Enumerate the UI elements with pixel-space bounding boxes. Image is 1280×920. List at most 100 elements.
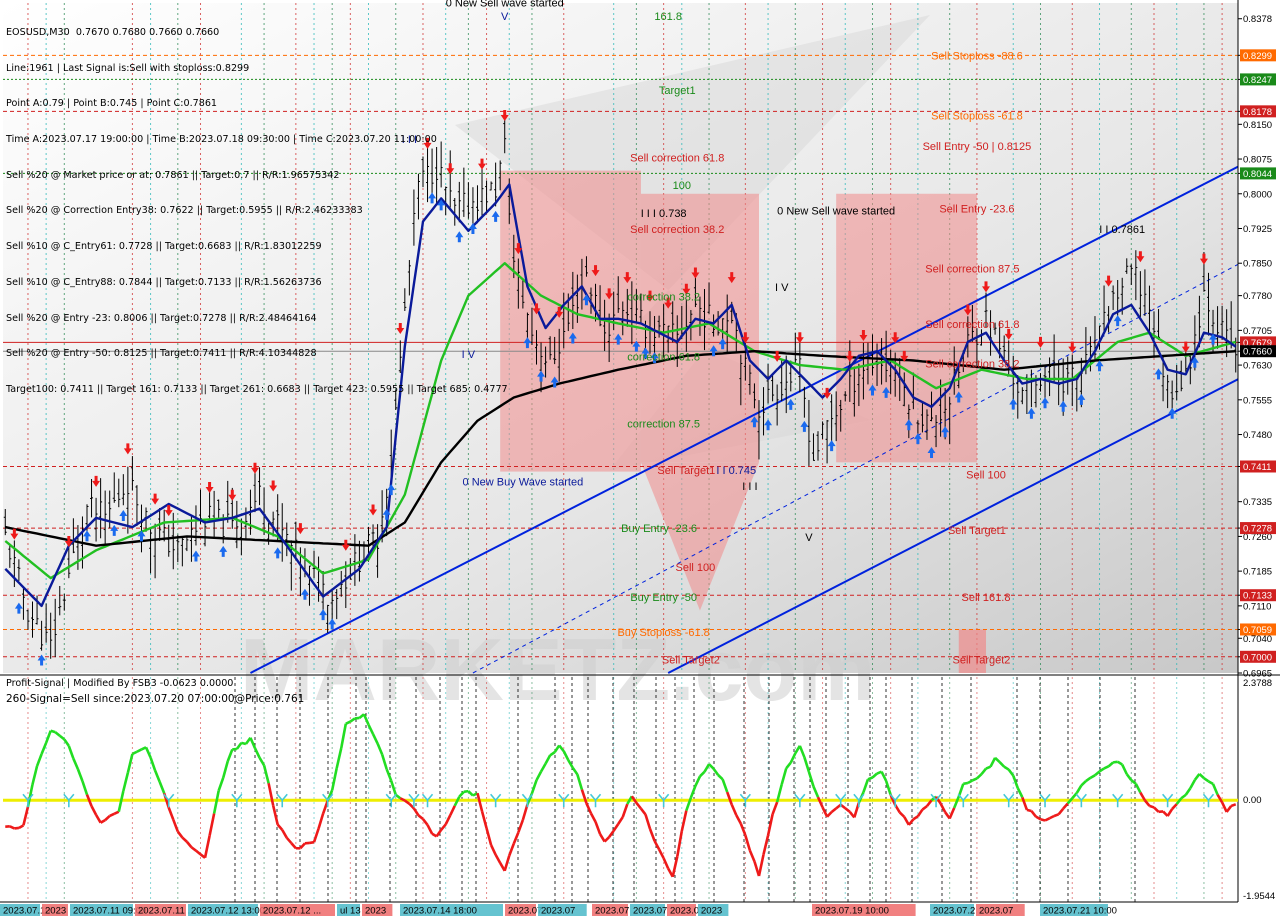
oscillator-line [50, 729, 56, 734]
price-tag-label: 0.7059 [1243, 625, 1272, 636]
price-tag-label: 0.8247 [1243, 75, 1272, 86]
info-line: Target100: 0.7411 || Target 161: 0.7133 … [6, 384, 508, 395]
chart-annotation: I I 0.7861 [1099, 224, 1145, 236]
chart-annotation: Sell Stoploss -61.8 [931, 111, 1023, 123]
price-tag-label: 0.7660 [1243, 347, 1272, 358]
chart-annotation: Sell correction 87.5 [925, 263, 1019, 275]
time-label: 2023.07.21 10:00 [1043, 906, 1117, 917]
chart-annotation: Sell Entry -50 | 0.8125 [923, 141, 1032, 153]
time-label: 2023 [701, 906, 722, 917]
time-label: 2023.07.12 ... [263, 906, 321, 917]
price-tick-label: 0.7185 [1243, 567, 1272, 578]
chart-annotation: correction 38.2 [627, 291, 700, 303]
chart-annotation: Buy Entry -23.6 [621, 523, 697, 535]
info-line: EOSUSD,M30 0.7670 0.7680 0.7660 0.7660 [6, 26, 220, 38]
info-line: Sell %20 @ Correction Entry38: 0.7622 ||… [6, 205, 363, 217]
chart-annotation: Sell Stoploss -88.6 [931, 50, 1023, 62]
indicator-tick-label: 2.3788 [1243, 678, 1272, 689]
price-tick-label: 0.7110 [1243, 601, 1271, 612]
price-tick-label: 0.8075 [1243, 155, 1272, 166]
time-label: 2023.07.14 18:00 [403, 906, 477, 917]
oscillator-line [1112, 760, 1118, 764]
chart-annotation: 0 New Sell wave started [777, 206, 895, 218]
info-line: Sell %20 @ Entry -23: 0.8006 || Target:0… [6, 312, 317, 324]
indicator-tick-label: -1.9544 [1243, 891, 1275, 902]
chart-annotation: Sell 161.8 [962, 592, 1011, 604]
price-tag-label: 0.8299 [1243, 51, 1272, 62]
time-label: 2023.07.2 [933, 906, 975, 917]
oscillator-line [1230, 803, 1237, 808]
chart-annotation: Sell Target1 [948, 525, 1006, 537]
price-tick-label: 0.7925 [1243, 224, 1272, 235]
chart-annotation: Sell Target2 [662, 655, 720, 667]
chart-annotation: Buy Stoploss -61.8 [617, 627, 709, 639]
info-line: Sell %20 @ Entry -50: 0.8125 || Target:0… [6, 348, 317, 360]
info-line: Sell %10 @ C_Entry88: 0.7844 || Target:0… [6, 276, 322, 288]
chart-annotation: Sell 100 [966, 470, 1006, 482]
chart-annotation: Sell correction 38.2 [630, 224, 724, 236]
oscillator-line [1026, 808, 1032, 813]
time-label: 2023 [365, 906, 386, 917]
info-line: Sell %20 @ Market price or at: 0.7861 ||… [6, 169, 340, 181]
chart-annotation: Sell correction 61.8 [925, 319, 1019, 331]
watermark-text: MARKETZ.com [240, 620, 876, 719]
price-tick-label: 0.7555 [1243, 395, 1272, 406]
indicator-title: Profit-Signal | Modified By FSB3 -0.0623… [6, 678, 234, 689]
time-label: 2023.07.12 13:00 [191, 906, 265, 917]
oscillator-line [985, 765, 992, 770]
oscillator-line [963, 781, 969, 786]
chart-annotation: Sell correction 61.8 [630, 152, 724, 164]
chart-annotation: Sell Entry -23.6 [939, 203, 1014, 215]
oscillator-line [1149, 804, 1155, 809]
oscillator-line [1053, 813, 1060, 818]
price-tag-label: 0.7000 [1243, 652, 1272, 663]
price-axis: 0.8378 0.8299 0.8247 0.8178 0.8150 0.8075 0.80… [1237, 0, 1280, 902]
chart-annotation: I I I 0.738 [641, 208, 687, 220]
chart-annotation: 0 New Buy Wave started [463, 476, 584, 488]
info-line: Line:1961 | Last Signal is:Sell with sto… [6, 62, 250, 74]
chart-annotation: Sell 100 [676, 562, 716, 574]
chart-annotation: 100 [673, 180, 691, 192]
chart-annotation: Sell correction 38.2 [925, 358, 1019, 370]
price-tick-label: 0.8000 [1243, 189, 1272, 200]
chart-annotation: Sell Target1 [657, 465, 715, 477]
chart-annotation: Target1 [659, 85, 696, 97]
price-tick-label: 0.7850 [1243, 259, 1272, 270]
chart-annotation: correction 61.8 [627, 351, 700, 363]
price-tick-label: 0.7780 [1243, 291, 1272, 302]
price-tag-label: 0.7133 [1243, 591, 1272, 602]
chart-annotation: V [805, 532, 813, 544]
indicator-signal: 260-Signal=Sell since:2023.07.20 07:00:0… [6, 693, 305, 705]
info-line: Sell %10 @ C_Entry61: 0.7728 || Target:0… [6, 241, 322, 253]
price-tick-label: 0.7630 [1243, 361, 1272, 372]
price-tag-label: 0.8178 [1243, 107, 1272, 118]
info-line: Time A:2023.07.17 19:00:00 | Time B:2023… [6, 133, 437, 145]
oscillator-line [309, 840, 315, 845]
time-label: 2023.07 [595, 906, 629, 917]
time-label: ul 13 [340, 906, 361, 917]
chart-annotation: I I I [742, 481, 757, 493]
oscillator-line [463, 789, 469, 794]
chart-annotation: Buy Entry -50 [630, 592, 697, 604]
time-label: 2023.07 [633, 906, 667, 917]
price-tag-label: 0.8044 [1243, 169, 1272, 180]
price-tag-label: 0.7411 [1243, 462, 1271, 473]
price-axis-bg [1238, 0, 1280, 902]
price-tick-label: 0.7705 [1243, 326, 1272, 337]
indicator-tick-label: 0.00 [1243, 795, 1262, 806]
info-line: Point A:0.79 | Point B:0.745 | Point C:0… [6, 98, 218, 110]
time-label: 2023.07 [541, 906, 575, 917]
sell-zone [500, 170, 641, 472]
chart-annotation: correction 87.5 [627, 419, 700, 431]
oscillator-line [1040, 818, 1046, 822]
chart-annotation: Sell Target2 [953, 655, 1011, 667]
info-panel: EOSUSD,M30 0.7670 0.7680 0.7660 0.7660 L… [6, 3, 508, 408]
time-label: 2023.07.19 10:00 [815, 906, 889, 917]
chart-annotation: 161.8 [654, 11, 682, 23]
price-tick-label: 0.7480 [1243, 430, 1272, 441]
time-label: 2023 [45, 906, 66, 917]
price-tick-label: 0.7335 [1243, 497, 1272, 508]
chart-annotation: I I 0.745 [716, 465, 756, 477]
time-label: 2023.07 [979, 906, 1013, 917]
oscillator-line [867, 776, 873, 781]
